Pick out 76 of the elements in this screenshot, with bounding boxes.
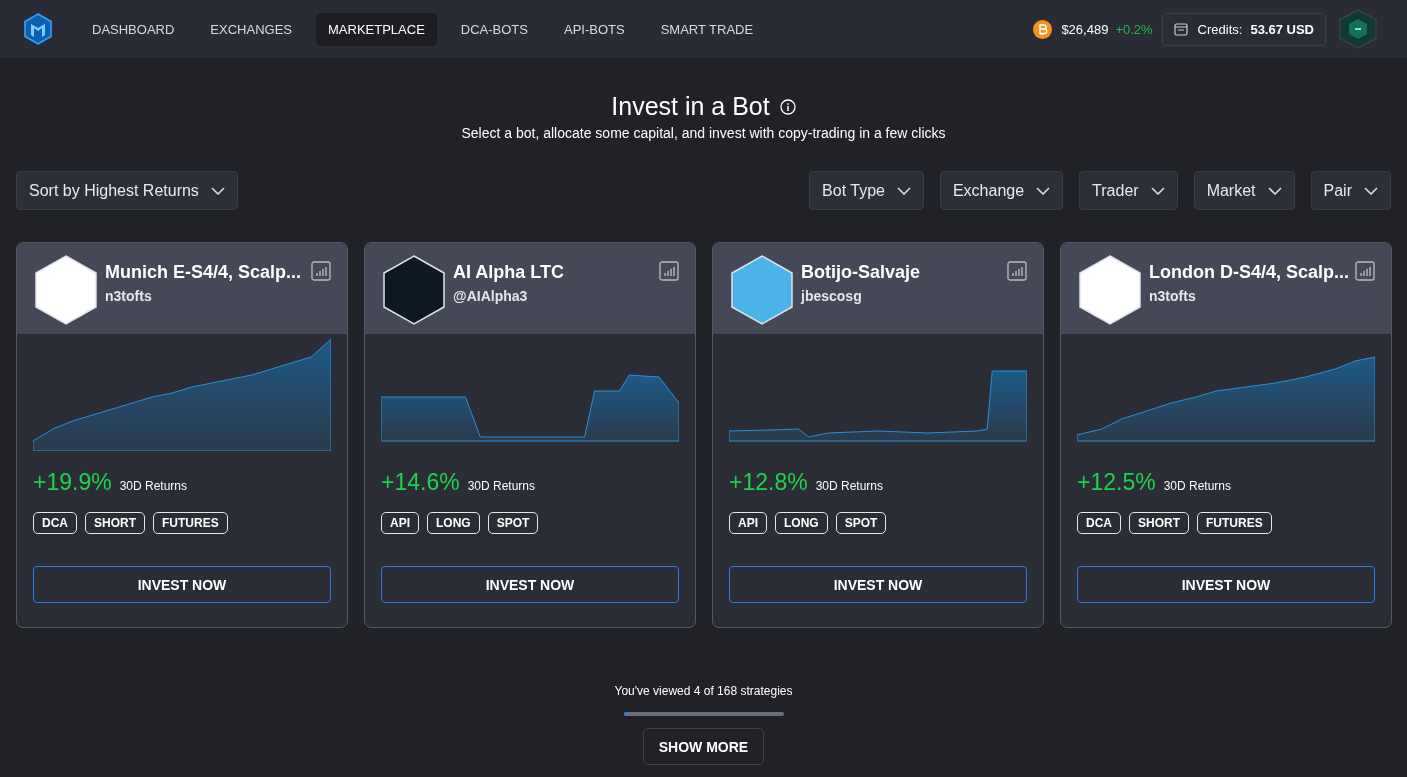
chevron-down-icon <box>1267 186 1282 195</box>
bot-tag: API <box>729 512 767 534</box>
filter-dropdown[interactable]: Market <box>1193 171 1295 210</box>
invest-now-button[interactable]: INVEST NOW <box>1077 566 1375 603</box>
nav-tab[interactable]: DCA-BOTS <box>448 12 540 46</box>
bot-tag: SHORT <box>1129 512 1189 534</box>
page-subtitle: Select a bot, allocate some capital, and invest with copy-trading in a few clicks <box>460 125 947 141</box>
author-name: @AIAlpha3 <box>453 288 529 304</box>
credits-panel[interactable]: Credits: 53.67 USD <box>1161 12 1326 46</box>
bar-chart-icon[interactable] <box>1007 261 1027 281</box>
nav-tab[interactable]: DASHBOARD <box>80 12 187 46</box>
credits-label: Credits: <box>1197 21 1243 37</box>
bot-tag: SPOT <box>487 512 539 534</box>
credits-value: 53.67 USD <box>1250 21 1314 37</box>
bot-card[interactable]: London D-S4/4, Scalp... n3tofts +12.5% 30D Returns DCA SHORT FUTURES INVEST NOW <box>1060 242 1392 628</box>
bot-tag: FUTURES <box>153 512 228 534</box>
nav-tab[interactable]: MARKETPLACE <box>316 12 437 46</box>
returns-value: +19.9% <box>33 469 112 496</box>
chevron-down-icon <box>1150 186 1165 195</box>
bar-chart-icon[interactable] <box>659 261 679 281</box>
returns-value: +12.8% <box>729 469 808 496</box>
sort-dropdown[interactable]: Sort by Highest Returns <box>16 171 238 210</box>
returns-label: 30D Returns <box>1163 479 1232 493</box>
chevron-down-icon <box>210 186 225 195</box>
bot-name: Munich E-S4/4, Scalp... <box>105 262 303 283</box>
bot-card[interactable]: Munich E-S4/4, Scalp... n3tofts +19.9% 30D Returns DCA SHORT FUTURES INVEST NOW <box>16 242 348 628</box>
author-name: n3tofts <box>105 288 153 304</box>
returns-label: 30D Returns <box>119 479 188 493</box>
avatar-icon[interactable] <box>1339 9 1377 49</box>
bot-tag: LONG <box>775 512 828 534</box>
author-name: n3tofts <box>1149 288 1197 304</box>
returns-label: 30D Returns <box>815 479 884 493</box>
invest-now-button[interactable]: INVEST NOW <box>381 566 679 603</box>
nav-tab[interactable]: API-BOTS <box>552 12 637 46</box>
nav-tab[interactable]: EXCHANGES <box>198 12 304 46</box>
bot-tag: LONG <box>427 512 480 534</box>
returns-label: 30D Returns <box>467 479 536 493</box>
filter-dropdown[interactable]: Exchange <box>939 171 1064 210</box>
bot-tag: SPOT <box>835 512 887 534</box>
bot-tag: API <box>381 512 419 534</box>
bot-tag: DCA <box>33 512 77 534</box>
filter-dropdown[interactable]: Pair <box>1310 171 1391 210</box>
btc-change: +0.2% <box>1115 21 1153 37</box>
bot-tag: FUTURES <box>1197 512 1272 534</box>
chevron-down-icon <box>1364 186 1378 195</box>
bot-tag: DCA <box>1077 512 1121 534</box>
bot-name: Botijo-Salvaje <box>801 262 922 283</box>
bot-avatar <box>383 255 445 325</box>
wallet-icon <box>1173 22 1188 36</box>
btc-price: $26,489 <box>1061 21 1109 37</box>
bot-card[interactable]: AI Alpha LTC @AIAlpha3 +14.6% 30D Returns API LONG SPOT INVEST NOW <box>364 242 696 628</box>
bot-avatar <box>1079 255 1141 325</box>
returns-value: +14.6% <box>381 469 460 496</box>
bar-chart-icon[interactable] <box>311 261 331 281</box>
page-title: Invest in a Bot <box>611 92 770 121</box>
author-name: jbescosg <box>801 288 863 304</box>
bot-name: London D-S4/4, Scalp... <box>1149 262 1347 283</box>
bar-chart-icon[interactable] <box>1355 261 1375 281</box>
filter-dropdown[interactable]: Bot Type <box>809 171 924 210</box>
info-icon[interactable] <box>779 98 796 115</box>
invest-now-button[interactable]: INVEST NOW <box>729 566 1027 603</box>
bot-avatar <box>35 255 97 325</box>
logo-icon[interactable] <box>22 13 54 45</box>
show-more-button[interactable]: SHOW MORE <box>642 728 765 765</box>
filter-dropdown[interactable]: Trader <box>1079 171 1178 210</box>
nav-tab[interactable]: SMART TRADE <box>648 12 766 46</box>
bot-name: AI Alpha LTC <box>453 262 565 283</box>
chevron-down-icon <box>1036 186 1051 195</box>
returns-value: +12.5% <box>1077 469 1156 496</box>
bot-card[interactable]: Botijo-Salvaje jbescosg +12.8% 30D Returns API LONG SPOT INVEST NOW <box>712 242 1044 628</box>
chevron-down-icon <box>896 186 911 195</box>
bot-tag: SHORT <box>85 512 145 534</box>
bitcoin-icon <box>1033 19 1053 39</box>
invest-now-button[interactable]: INVEST NOW <box>33 566 331 603</box>
viewed-count: You've viewed 4 of 168 strategies <box>614 684 793 698</box>
bot-avatar <box>731 255 793 325</box>
